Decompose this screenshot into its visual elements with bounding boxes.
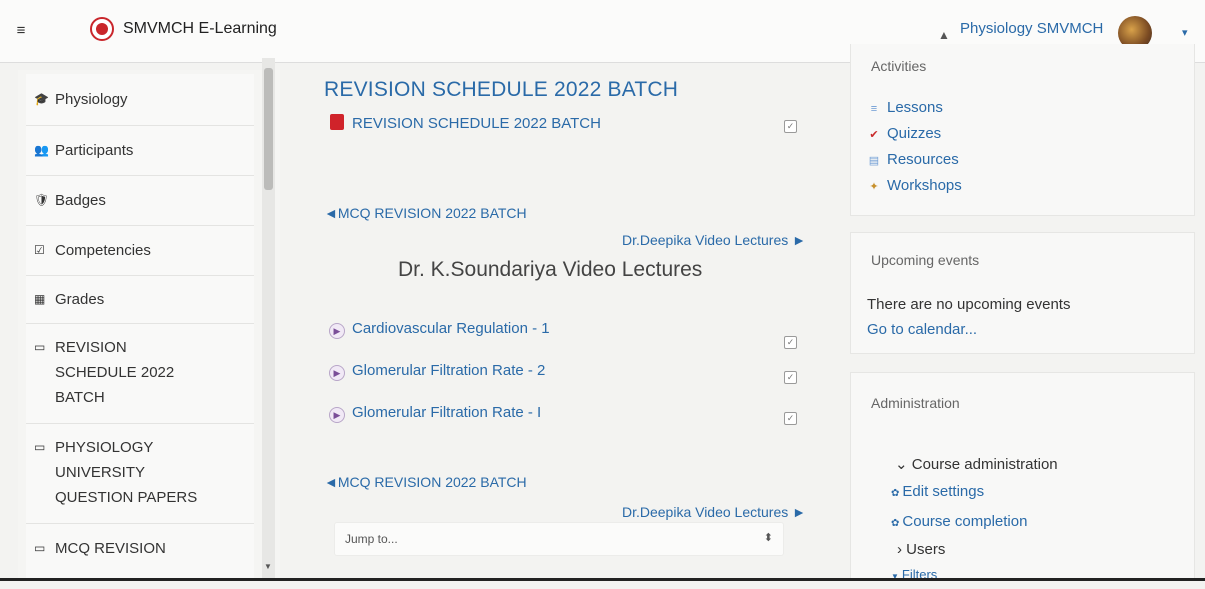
course-administration-node[interactable]: ⌄ Course administration	[895, 455, 1058, 473]
video-icon: ▶	[329, 365, 345, 381]
drawer-item-label-line: QUESTION PAPERS	[55, 489, 198, 506]
users-node[interactable]: › Users	[897, 541, 945, 558]
block-title: Activities	[871, 58, 927, 74]
activity-video[interactable]: ▶ Cardiovascular Regulation - 1	[328, 320, 550, 339]
jump-to-select[interactable]: Jump to... ⬍	[334, 522, 784, 556]
drawer-scroll-thumb[interactable]	[264, 68, 273, 190]
drawer-item-label-line: SCHEDULE 2022	[55, 364, 175, 381]
link-label: Edit settings	[902, 483, 985, 500]
drawer-item-label-line: UNIVERSITY	[55, 464, 146, 481]
section-heading: Dr. K.Soundariya Video Lectures	[398, 258, 703, 281]
administration-block: Administration ⌄ Course administration ✿…	[850, 372, 1195, 582]
activity-link[interactable]: Glomerular Filtration Rate - 2	[352, 362, 545, 379]
activities-link-workshops[interactable]: ✦ Workshops	[867, 177, 962, 194]
link-label: Lessons	[887, 99, 943, 116]
link-label: Resources	[887, 151, 959, 168]
block-title: Administration	[871, 395, 960, 411]
drawer-item-label: Participants	[55, 142, 134, 159]
drawer-item-label-line: BATCH	[55, 389, 105, 406]
drawer-item-label-line: PHYSIOLOGY	[55, 439, 154, 456]
video-icon: ▶	[329, 407, 345, 423]
mortarboard-icon: 🎓	[34, 92, 49, 106]
drawer-item-physiology[interactable]: 🎓 Physiology	[26, 74, 254, 126]
notification-bell-icon[interactable]: ▲	[938, 28, 950, 42]
table-icon: ▦	[34, 292, 46, 306]
next-section-link[interactable]: Dr.Deepika Video Lectures ►	[590, 504, 806, 520]
activity-revision-schedule-pdf[interactable]: REVISION SCHEDULE 2022 BATCH	[328, 114, 601, 132]
activity-video[interactable]: ▶ Glomerular Filtration Rate - I	[328, 404, 541, 423]
activity-video[interactable]: ▶ Glomerular Filtration Rate - 2	[328, 362, 545, 381]
gear-icon: ✿	[891, 518, 900, 529]
drawer-item-participants[interactable]: 👥 Participants	[26, 126, 254, 176]
drawer-item-label: MCQ REVISION	[55, 540, 166, 557]
drawer-item-label: Competencies	[55, 242, 151, 259]
site-name-link[interactable]: SMVMCH E-Learning	[123, 20, 277, 38]
activities-link-lessons[interactable]: ≡ Lessons	[867, 99, 943, 116]
menu-toggle-icon[interactable]: ≡	[10, 20, 32, 42]
activity-link[interactable]: Cardiovascular Regulation - 1	[352, 320, 550, 337]
jump-to-value: Jump to...	[345, 532, 398, 546]
user-menu-name[interactable]: Physiology SMVMCH	[960, 20, 1103, 37]
users-icon: 👥	[34, 143, 49, 157]
link-label: Quizzes	[887, 125, 942, 142]
activities-link-quizzes[interactable]: ✔ Quizzes	[867, 125, 941, 142]
drawer-item-label: Badges	[55, 192, 106, 209]
activity-link[interactable]: Glomerular Filtration Rate - I	[352, 404, 541, 421]
folder-icon: ▭	[34, 541, 46, 555]
drawer-item-grades[interactable]: ▦ Grades	[26, 276, 254, 324]
scroll-down-arrow-icon[interactable]: ▼	[264, 562, 272, 571]
drawer-item-competencies[interactable]: ☑ Competencies	[26, 226, 254, 276]
drawer-item-revision-schedule[interactable]: ▭ REVISION SCHEDULE 2022 BATCH	[26, 324, 254, 424]
gear-icon: ✿	[891, 488, 900, 499]
next-section-link[interactable]: Dr.Deepika Video Lectures ►	[590, 232, 806, 248]
go-to-calendar-link[interactable]: Go to calendar...	[867, 321, 977, 338]
completion-checkbox[interactable]: ✓	[784, 336, 797, 349]
video-icon: ▶	[329, 323, 345, 339]
completion-checkbox[interactable]: ✓	[784, 412, 797, 425]
resource-file-icon: ▤	[868, 155, 880, 167]
drawer-item-university-question-papers[interactable]: ▭ PHYSIOLOGY UNIVERSITY QUESTION PAPERS	[26, 424, 254, 524]
pdf-file-icon	[330, 114, 344, 130]
lessons-icon: ≡	[870, 103, 878, 115]
activities-block: Activities ≡ Lessons ✔ Quizzes ▤ Resources …	[850, 44, 1195, 216]
section-title: REVISION SCHEDULE 2022 BATCH	[324, 78, 679, 101]
drawer-item-badges[interactable]: 🛡 Badges	[26, 176, 254, 226]
prev-section-link[interactable]: ◄MCQ REVISION 2022 BATCH	[324, 205, 527, 221]
upcoming-events-block: Upcoming events There are no upcoming ev…	[850, 232, 1195, 354]
drawer-item-mcq-revision[interactable]: ▭ MCQ REVISION	[26, 524, 254, 578]
site-logo-icon[interactable]	[90, 17, 114, 41]
shield-icon: 🛡	[34, 193, 50, 207]
quiz-checkmark-icon: ✔	[869, 129, 879, 141]
completion-checkbox[interactable]: ✓	[784, 371, 797, 384]
edit-settings-link[interactable]: ✿ Edit settings	[891, 483, 984, 500]
course-content: REVISION SCHEDULE 2022 BATCH REVISION SC…	[300, 62, 838, 578]
block-title: Upcoming events	[871, 252, 980, 268]
no-events-text: There are no upcoming events	[867, 296, 1071, 313]
drawer-item-label: Grades	[55, 291, 105, 308]
drawer-item-label-line: REVISION	[55, 339, 127, 356]
workshop-icon: ✦	[869, 181, 879, 193]
screen-bottom-edge	[0, 578, 1205, 581]
prev-section-link[interactable]: ◄MCQ REVISION 2022 BATCH	[324, 474, 527, 490]
activity-link[interactable]: REVISION SCHEDULE 2022 BATCH	[352, 115, 601, 132]
checkbox-icon: ☑	[34, 243, 45, 257]
completion-checkbox[interactable]: ✓	[784, 120, 797, 133]
select-arrows-icon: ⬍	[763, 532, 773, 544]
folder-icon: ▭	[34, 340, 46, 354]
link-label: Workshops	[887, 177, 962, 194]
course-completion-link[interactable]: ✿ Course completion	[891, 513, 1027, 530]
user-menu-caret-icon[interactable]: ▾	[1182, 26, 1188, 39]
nav-drawer: 🎓 Physiology 👥 Participants 🛡 Badges ☑ C…	[18, 70, 280, 578]
folder-icon: ▭	[34, 440, 46, 454]
activities-link-resources[interactable]: ▤ Resources	[867, 151, 959, 168]
drawer-item-label: Physiology	[55, 91, 128, 108]
link-label: Course completion	[902, 513, 1028, 530]
